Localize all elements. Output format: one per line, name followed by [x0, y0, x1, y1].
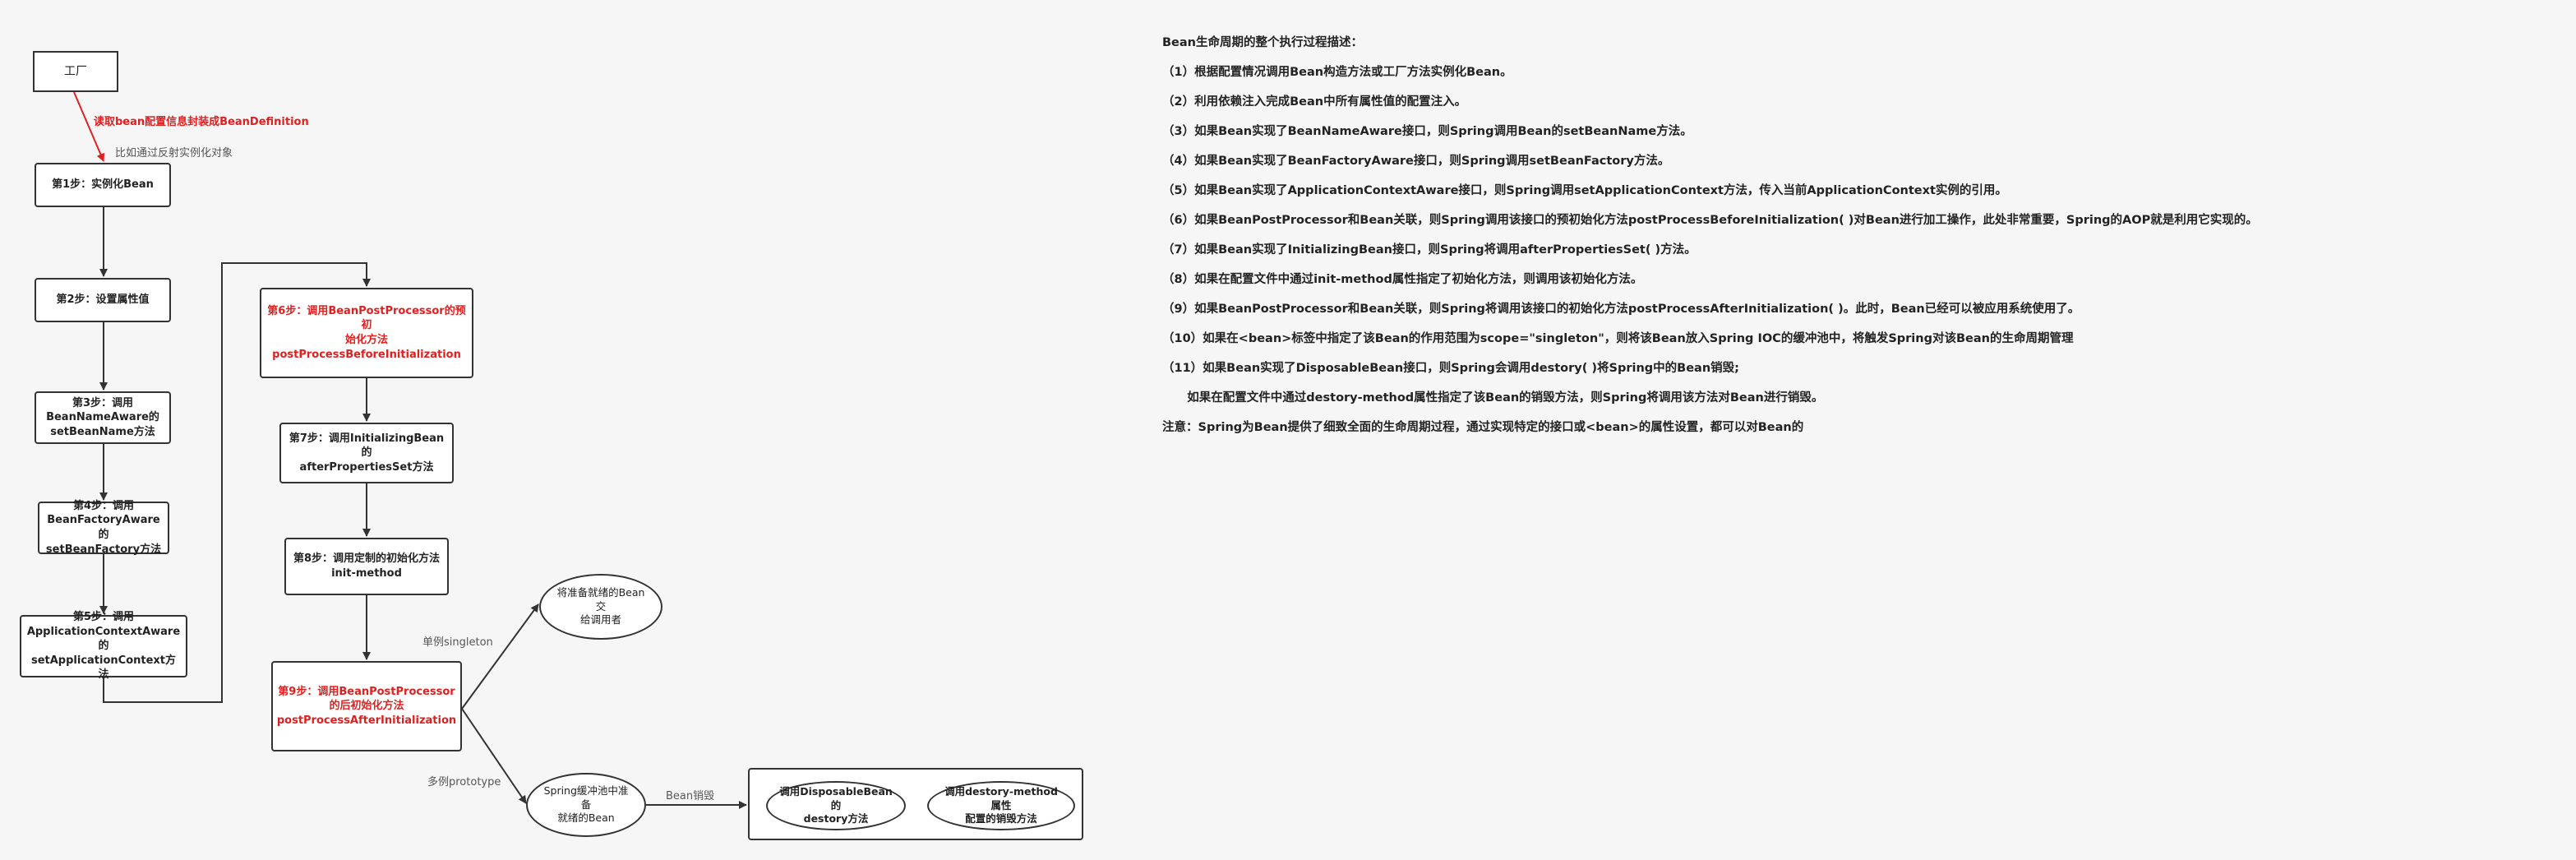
- edge-step9-to-prototype: [461, 708, 527, 804]
- lifecycle-diagram: 工厂 读取bean配置信息封装成BeanDefinition 比如通过反射实例化…: [0, 0, 1093, 860]
- description-line-5: （5）如果Bean实现了ApplicationContextAware接口，则S…: [1162, 184, 2007, 197]
- label-prototype: 多例prototype: [427, 776, 501, 788]
- factory-node: 工厂: [33, 51, 118, 92]
- prototype-bean-in-pool: Spring缓冲池中准备 就绪的Bean: [526, 773, 646, 837]
- step1-instantiate-bean: 第1步：实例化Bean: [35, 163, 171, 207]
- description-note: 注意：Spring为Bean提供了细致全面的生命周期过程，通过实现特定的接口或<…: [1162, 421, 1804, 434]
- description-line-11: （11）如果Bean实现了DisposableBean接口，则Spring会调用…: [1162, 362, 1739, 375]
- description-line-12: 如果在配置文件中通过destory-method属性指定了该Bean的销毁方法，…: [1162, 391, 1824, 405]
- description-line-1: （1）根据配置情况调用Bean构造方法或工厂方法实例化Bean。: [1162, 66, 1512, 79]
- singleton-bean-to-caller: 将准备就绪的Bean交 给调用者: [539, 574, 662, 640]
- description-line-3: （3）如果Bean实现了BeanNameAware接口，则Spring调用Bea…: [1162, 125, 1692, 138]
- description-line-9: （9）如果BeanPostProcessor和Bean关联，则Spring将调用…: [1162, 303, 2080, 316]
- disposable-bean-destroy: 调用DisposableBean的 destory方法: [766, 781, 906, 830]
- step2-set-properties: 第2步：设置属性值: [35, 278, 171, 322]
- step9-post-processor-after: 第9步：调用BeanPostProcessor 的后初始化方法 postProc…: [271, 661, 462, 751]
- description-title: Bean生命周期的整个执行过程描述：: [1162, 36, 1363, 49]
- step8-init-method: 第8步：调用定制的初始化方法 init-method: [284, 538, 449, 595]
- edge-step9-to-singleton: [461, 603, 539, 710]
- step7-initializing-bean: 第7步：调用InitializingBean的 afterPropertiesS…: [279, 423, 454, 483]
- description-line-2: （2）利用依赖注入完成Bean中所有属性值的配置注入。: [1162, 95, 1467, 109]
- description-line-4: （4）如果Bean实现了BeanFactoryAware接口，则Spring调用…: [1162, 155, 1670, 168]
- label-read-bean-definition: 读取bean配置信息封装成BeanDefinition: [94, 116, 309, 128]
- step6-post-processor-before: 第6步：调用BeanPostProcessor的预初 始化方法 postProc…: [260, 288, 473, 378]
- description-line-6: （6）如果BeanPostProcessor和Bean关联，则Spring调用该…: [1162, 214, 2258, 227]
- destroy-method-config: 调用destory-method属性 配置的销毁方法: [927, 781, 1075, 830]
- step3-bean-name-aware: 第3步：调用 BeanNameAware的 setBeanName方法: [35, 391, 171, 444]
- step5-application-context-aware: 第5步：调用 ApplicationContextAware的 setAppli…: [20, 611, 187, 681]
- step4-bean-factory-aware: 第4步：调用 BeanFactoryAware的 setBeanFactory方…: [38, 500, 169, 556]
- description-line-7: （7）如果Bean实现了InitializingBean接口，则Spring将调…: [1162, 243, 1697, 257]
- description-line-10: （10）如果在<bean>标签中指定了该Bean的作用范围为scope="sin…: [1162, 332, 2074, 345]
- label-singleton: 单例singleton: [422, 636, 493, 649]
- label-bean-destroy: Bean销毁: [666, 790, 715, 802]
- label-reflection-instantiate: 比如通过反射实例化对象: [115, 147, 233, 160]
- description-line-8: （8）如果在配置文件中通过init-method属性指定了初始化方法，则调用该初…: [1162, 273, 1643, 286]
